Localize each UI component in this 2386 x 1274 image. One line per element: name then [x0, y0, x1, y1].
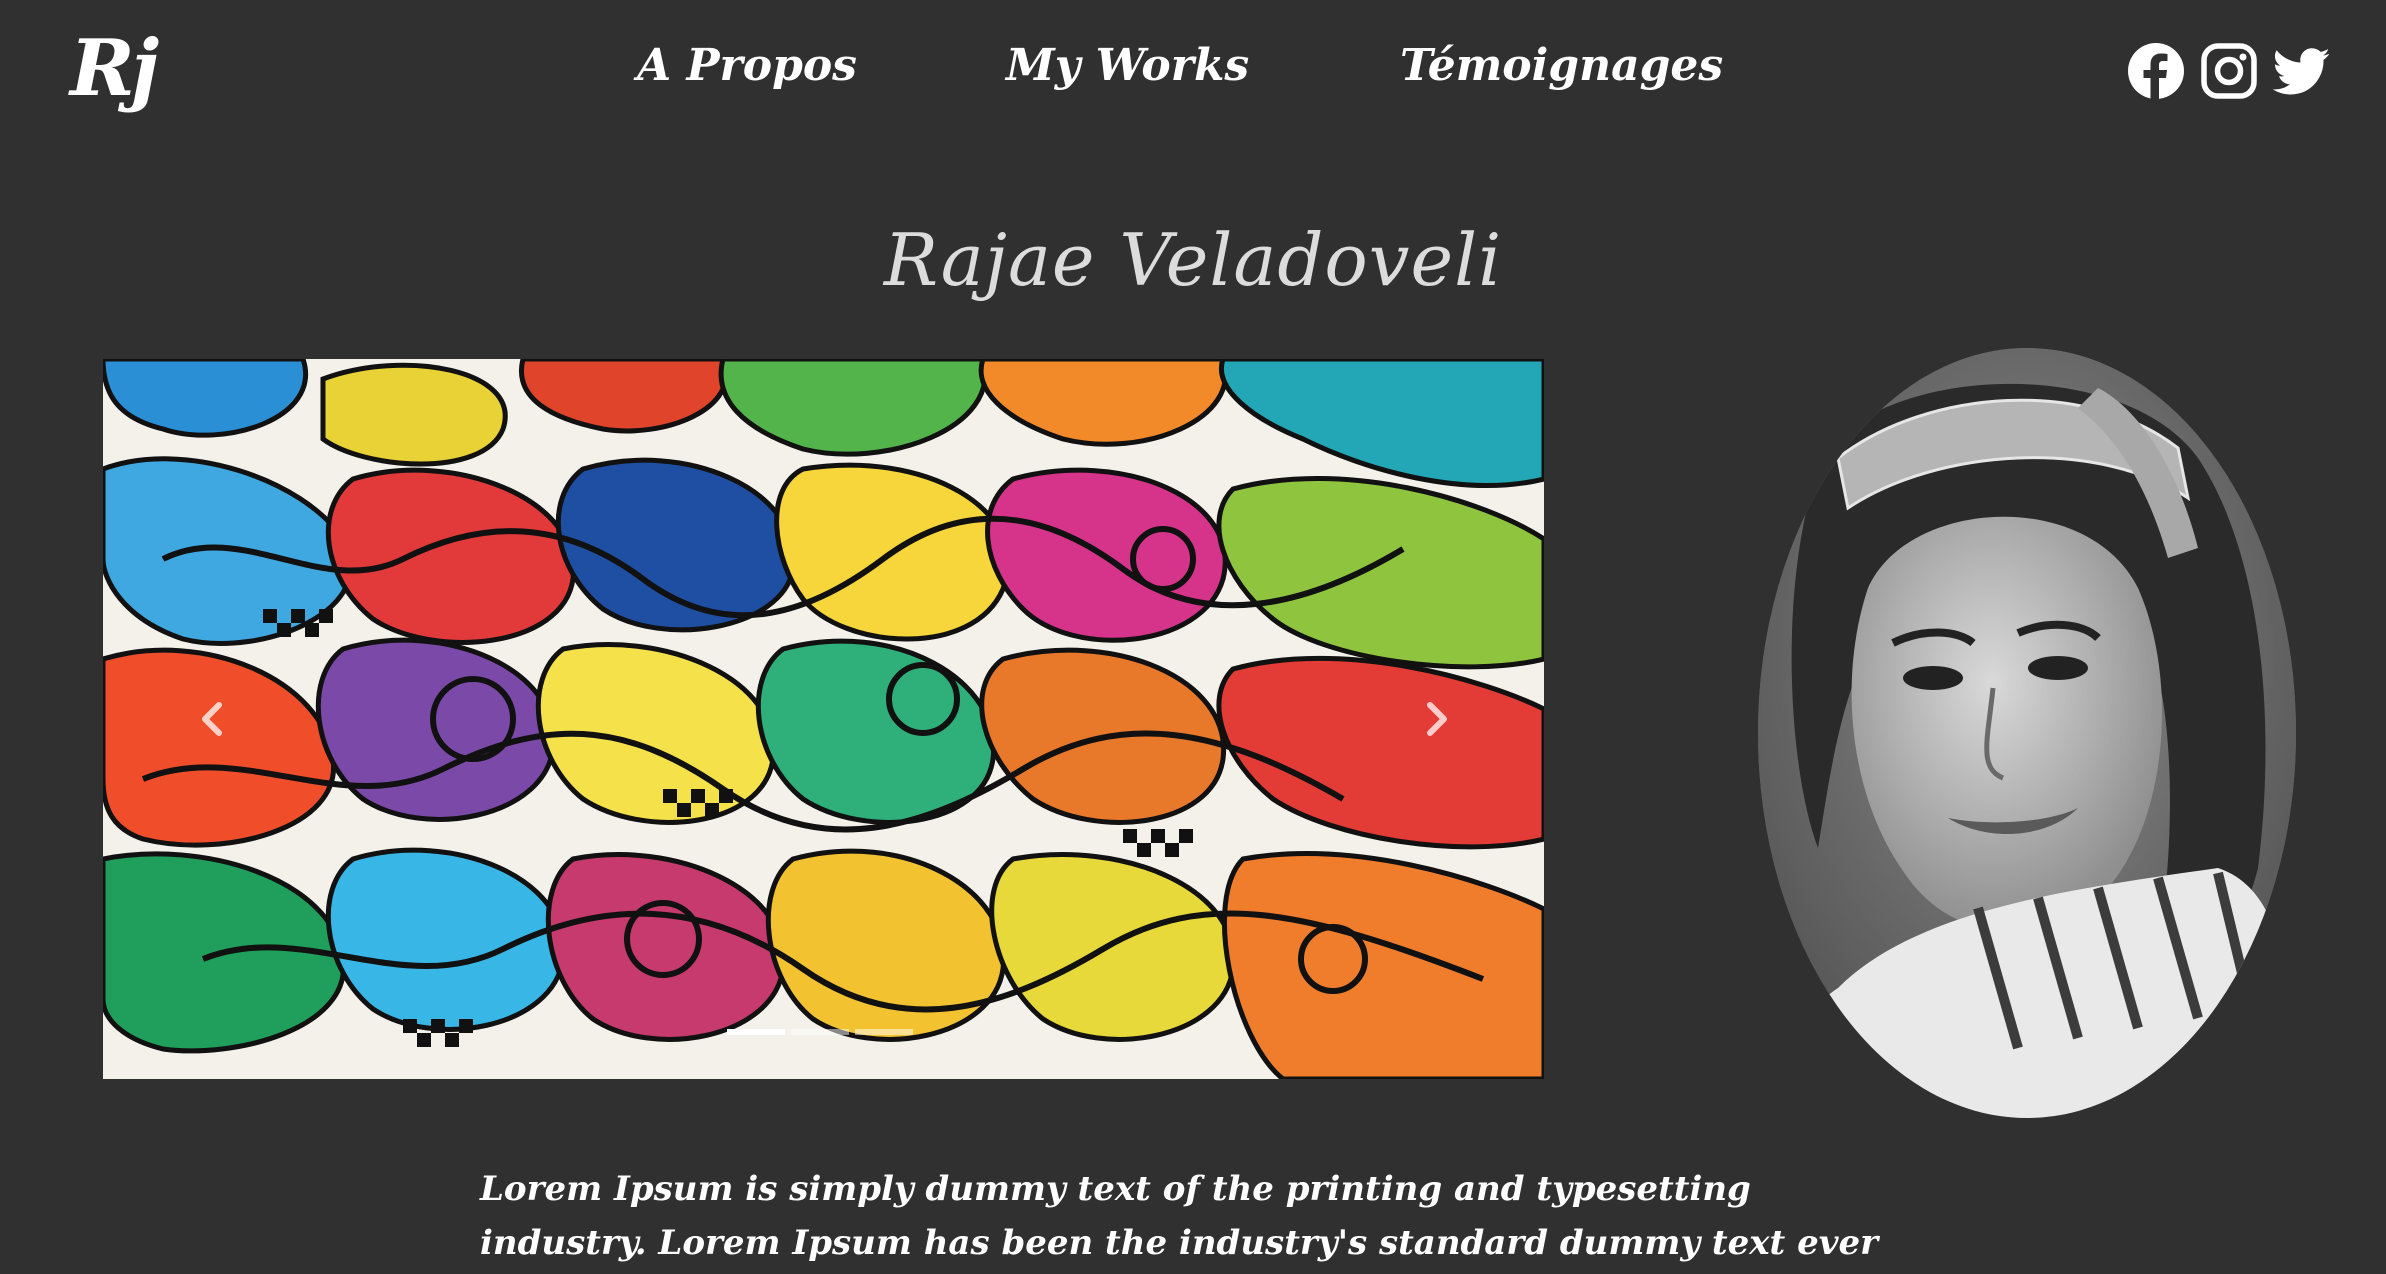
carousel-indicator-3[interactable]	[855, 1029, 913, 1035]
chevron-left-icon	[202, 702, 222, 736]
carousel-next-button[interactable]	[1406, 689, 1466, 749]
chevron-right-icon	[1427, 702, 1447, 736]
nav-link-temoignages[interactable]: Témoignages	[1400, 40, 1723, 91]
nav-link-a-propos[interactable]: A Propos	[637, 40, 857, 91]
nav-link-my-works[interactable]: My Works	[1006, 40, 1249, 91]
twitter-icon[interactable]	[2272, 42, 2332, 100]
page: Rj A Propos My Works Témoignages Rajae V…	[0, 0, 2386, 1274]
intro-paragraph: Lorem Ipsum is simply dummy text of the …	[480, 1169, 1879, 1263]
instagram-icon[interactable]	[2200, 42, 2258, 100]
site-logo[interactable]: Rj	[70, 30, 159, 108]
carousel-indicators	[727, 1029, 913, 1035]
artist-name: Rajae Veladoveli	[883, 218, 1503, 302]
artwork-carousel[interactable]	[103, 359, 1544, 1079]
carousel-indicator-1[interactable]	[727, 1029, 785, 1035]
carousel-indicator-2[interactable]	[791, 1029, 849, 1035]
facebook-icon[interactable]	[2127, 42, 2185, 100]
carousel-prev-button[interactable]	[183, 689, 243, 749]
artist-portrait	[1758, 348, 2296, 1118]
abstract-painting-image	[103, 359, 1544, 1079]
